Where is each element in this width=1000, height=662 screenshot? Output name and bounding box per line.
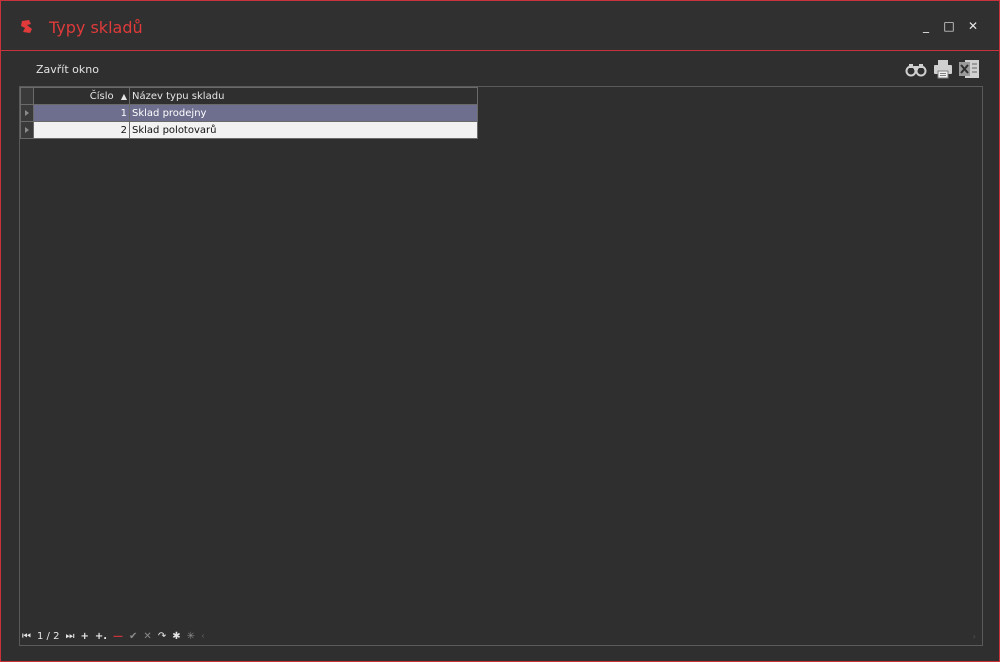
window-title: Typy skladů: [49, 18, 143, 37]
refresh-icon[interactable]: ↷: [158, 631, 166, 642]
scroll-right-icon[interactable]: ›: [973, 632, 976, 641]
data-grid: Číslo ▲ Název typu skladu 1 Sklad prodej…: [19, 86, 983, 646]
post-edit-icon[interactable]: ✔: [129, 631, 137, 642]
insert-record-icon[interactable]: +.: [95, 631, 107, 642]
grid-header-row: Číslo ▲ Název typu skladu: [20, 87, 478, 105]
append-record-icon[interactable]: +: [80, 631, 88, 642]
cell-nazev[interactable]: Sklad prodejny: [129, 104, 478, 122]
scroll-left-icon[interactable]: ‹: [201, 631, 205, 642]
printer-icon[interactable]: [933, 59, 953, 79]
table-row[interactable]: 2 Sklad polotovarů: [20, 121, 478, 139]
maximize-button[interactable]: □: [942, 19, 956, 33]
close-window-button[interactable]: ✕: [966, 19, 980, 33]
row-pointer-icon: [25, 110, 29, 116]
minimize-button[interactable]: _: [919, 19, 933, 33]
row-indicator[interactable]: [20, 104, 34, 122]
delete-record-icon[interactable]: —: [113, 631, 123, 642]
sort-ascending-icon: ▲: [120, 91, 127, 101]
row-pointer-icon: [25, 127, 29, 133]
toolbar: Zavřít okno: [1, 51, 999, 85]
column-header-nazev[interactable]: Název typu skladu: [129, 87, 478, 105]
cell-nazev[interactable]: Sklad polotovarů: [129, 121, 478, 139]
record-navigator: ⏮ 1 / 2 ⏭ + +. — ✔ ✕ ↷ ✱ ✳ ‹: [22, 629, 972, 643]
app-window: Typy skladů _ □ ✕ Zavřít okno Číslo ▲ Ná…: [0, 0, 1000, 662]
row-indicator-header: [20, 87, 34, 105]
row-indicator[interactable]: [20, 121, 34, 139]
binoculars-icon[interactable]: [905, 59, 927, 79]
close-window-link[interactable]: Zavřít okno: [36, 63, 99, 76]
clear-filter-icon[interactable]: ✳: [187, 631, 195, 642]
last-record-icon[interactable]: ⏭: [65, 631, 74, 642]
filter-icon[interactable]: ✱: [172, 631, 180, 642]
table-row[interactable]: 1 Sklad prodejny: [20, 104, 478, 122]
column-header-label: Číslo: [89, 90, 114, 102]
title-bar: Typy skladů _ □ ✕: [1, 1, 999, 51]
cell-cislo[interactable]: 2: [33, 121, 130, 139]
excel-export-icon[interactable]: [958, 59, 980, 79]
cancel-edit-icon[interactable]: ✕: [143, 631, 151, 642]
record-position: 1 / 2: [37, 630, 60, 642]
cell-cislo[interactable]: 1: [33, 104, 130, 122]
column-header-cislo[interactable]: Číslo ▲: [33, 87, 130, 105]
grid-table: Číslo ▲ Název typu skladu 1 Sklad prodej…: [20, 87, 478, 139]
column-header-label: Název typu skladu: [132, 90, 225, 102]
first-record-icon[interactable]: ⏮: [22, 631, 31, 642]
app-logo-icon: [21, 20, 32, 33]
